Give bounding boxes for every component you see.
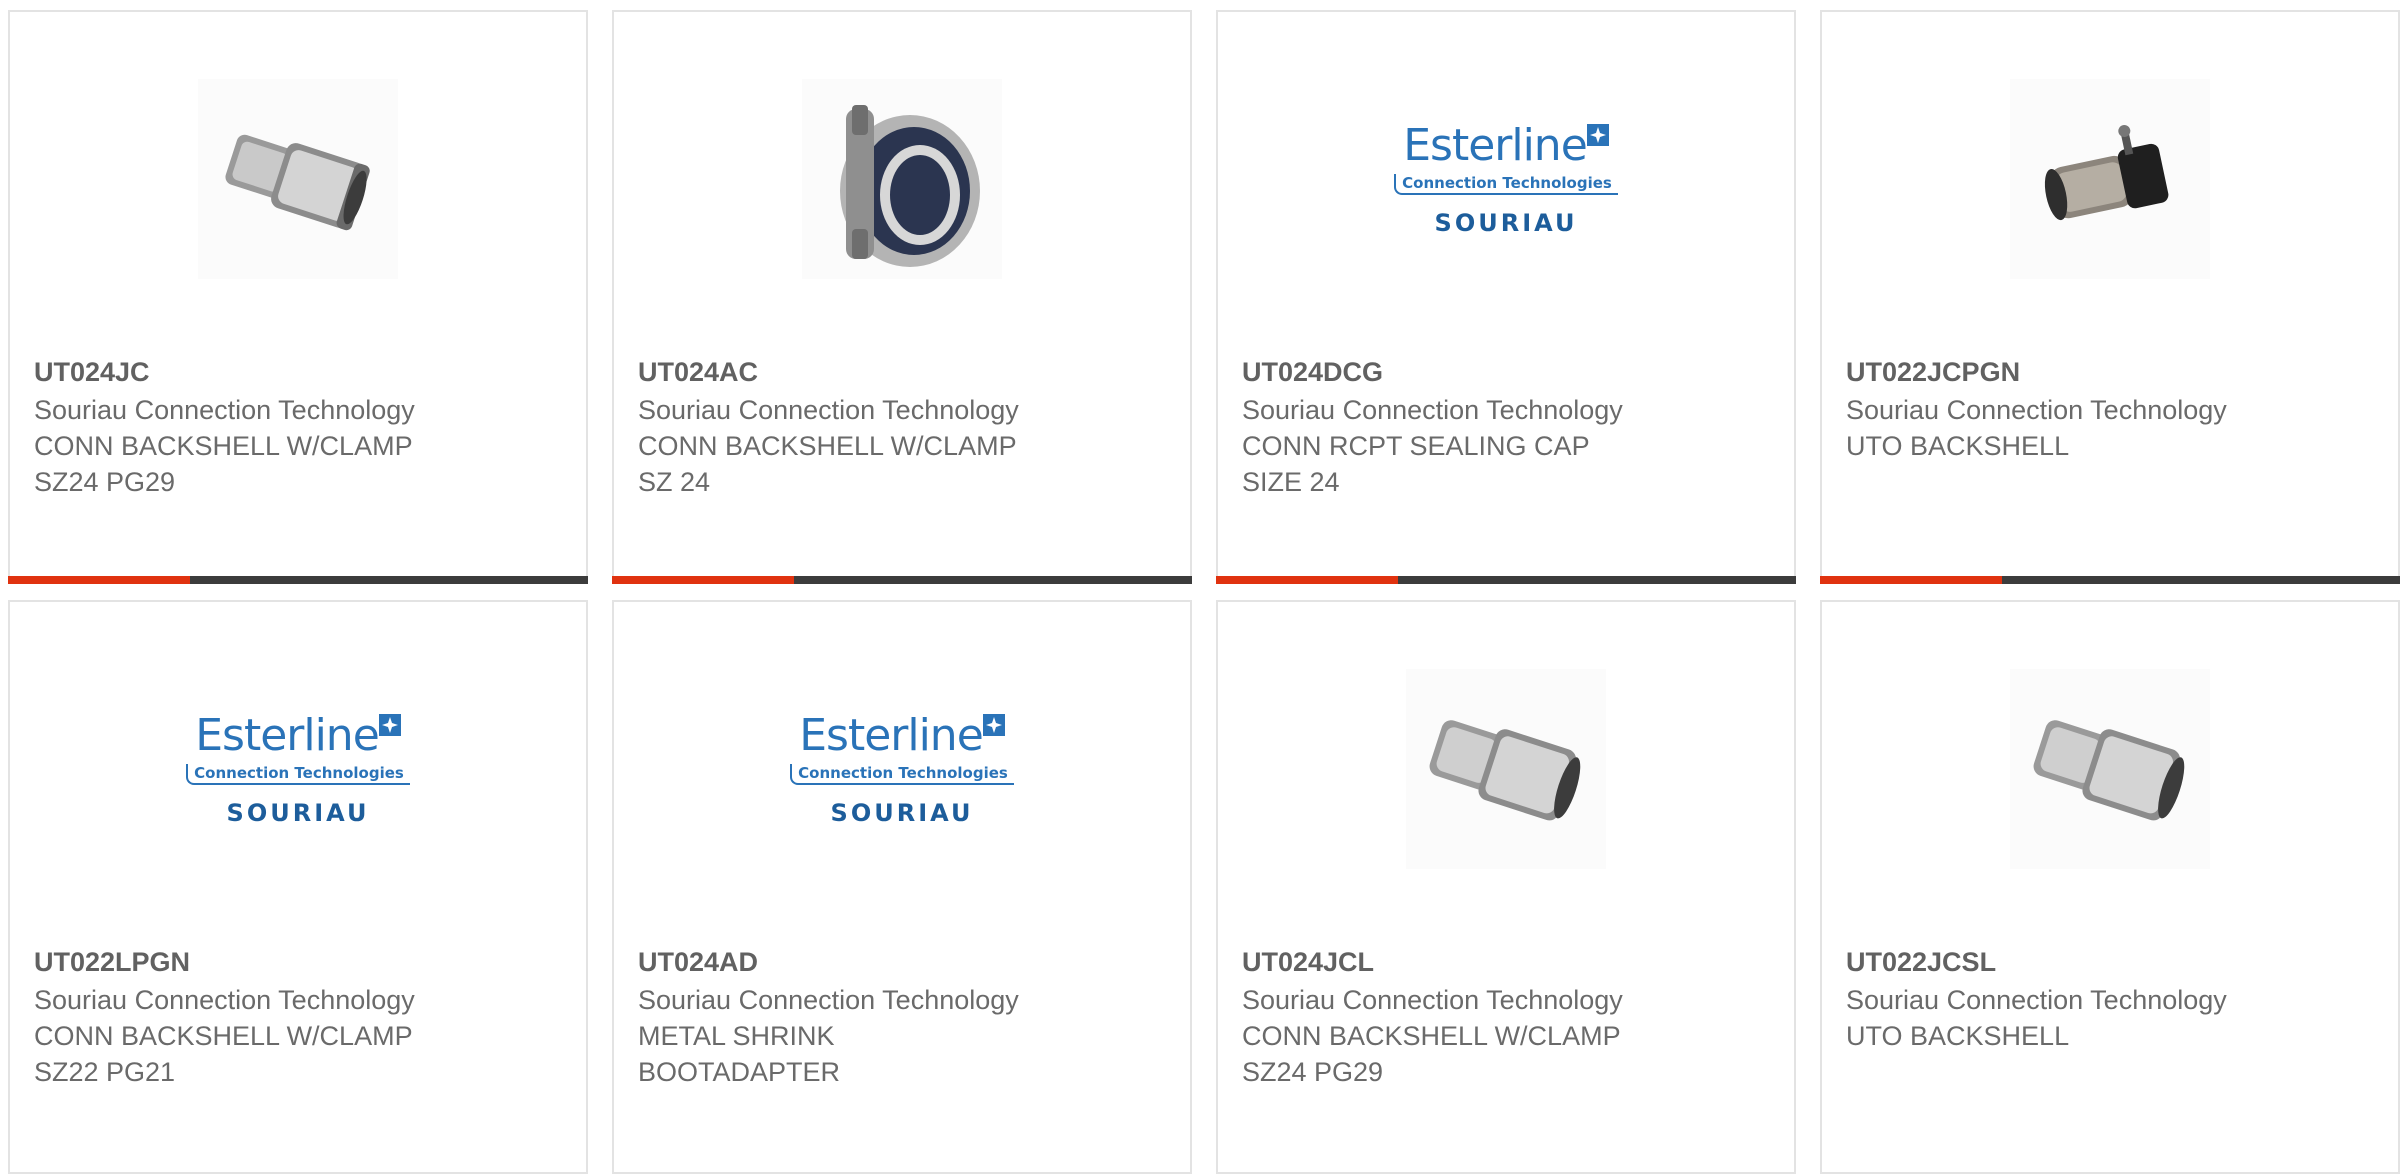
logo-name: SOURIAU bbox=[1434, 208, 1578, 237]
product-image[interactable] bbox=[614, 74, 1190, 284]
description-line-2: SIZE 24 bbox=[1242, 467, 1340, 497]
description-line-1: CONN RCPT SEALING CAP bbox=[1242, 431, 1590, 461]
card-accent-bar bbox=[1820, 576, 2002, 584]
logo-name: SOURIAU bbox=[226, 798, 370, 827]
product-image[interactable]: Esterline Connection Technologies SOURIA… bbox=[1218, 74, 1794, 284]
product-meta: UT022LPGN Souriau Connection Technology … bbox=[34, 942, 562, 1090]
description-line-1: CONN BACKSHELL W/CLAMP bbox=[34, 1021, 413, 1051]
part-number-link[interactable]: UT022LPGN bbox=[34, 942, 562, 982]
description-line-2: SZ24 PG29 bbox=[34, 467, 176, 497]
product-meta: UT024JCL Souriau Connection Technology C… bbox=[1242, 942, 1770, 1090]
esterline-souriau-logo: Esterline Connection Technologies SOURIA… bbox=[790, 711, 1014, 827]
part-number-link[interactable]: UT022JCSL bbox=[1846, 942, 2374, 982]
part-number-link[interactable]: UT024AC bbox=[638, 352, 1166, 392]
description-line-2: SZ22 PG21 bbox=[34, 1057, 176, 1087]
logo-mark-icon bbox=[982, 713, 1005, 736]
product-card[interactable]: UT024JCL Souriau Connection Technology C… bbox=[1216, 600, 1796, 1174]
product-meta: UT024DCG Souriau Connection Technology C… bbox=[1242, 352, 1770, 500]
description-line-1: CONN BACKSHELL W/CLAMP bbox=[638, 431, 1017, 461]
product-meta: UT024AC Souriau Connection Technology CO… bbox=[638, 352, 1166, 500]
description-line-1: CONN BACKSHELL W/CLAMP bbox=[1242, 1021, 1621, 1051]
card-accent-bar bbox=[612, 576, 794, 584]
description-line-1: CONN BACKSHELL W/CLAMP bbox=[34, 431, 413, 461]
description-line-2: SZ 24 bbox=[638, 467, 711, 497]
product-card[interactable]: UT024JC Souriau Connection Technology CO… bbox=[8, 10, 588, 584]
manufacturer: Souriau Connection Technology bbox=[1242, 395, 1623, 425]
part-number-link[interactable]: UT024AD bbox=[638, 942, 1166, 982]
product-meta: UT024JC Souriau Connection Technology CO… bbox=[34, 352, 562, 500]
product-image[interactable] bbox=[10, 74, 586, 284]
product-image[interactable] bbox=[1822, 74, 2398, 284]
part-number-link[interactable]: UT024JCL bbox=[1242, 942, 1770, 982]
card-bottom-bar bbox=[1820, 576, 2400, 584]
logo-subtitle: Connection Technologies bbox=[186, 763, 410, 785]
logo-subtitle: Connection Technologies bbox=[1394, 173, 1618, 195]
description-line-2: BOOTADAPTER bbox=[638, 1057, 841, 1087]
product-image[interactable] bbox=[1822, 664, 2398, 874]
manufacturer: Souriau Connection Technology bbox=[1242, 985, 1623, 1015]
product-card[interactable]: UT024AC Souriau Connection Technology CO… bbox=[612, 10, 1192, 584]
esterline-souriau-logo: Esterline Connection Technologies SOURIA… bbox=[1394, 121, 1618, 237]
backshell-black-photo-icon bbox=[2010, 79, 2210, 279]
manufacturer: Souriau Connection Technology bbox=[1846, 985, 2227, 1015]
logo-mark-icon bbox=[1586, 123, 1609, 146]
esterline-souriau-logo: Esterline Connection Technologies SOURIA… bbox=[186, 711, 410, 827]
product-card[interactable]: Esterline Connection Technologies SOURIA… bbox=[8, 600, 588, 1174]
card-bottom-bar bbox=[8, 576, 588, 584]
product-grid: UT024JC Souriau Connection Technology CO… bbox=[8, 10, 2400, 1174]
description-line-1: UTO BACKSHELL bbox=[1846, 1021, 2070, 1051]
backshell-photo-icon bbox=[1406, 669, 1606, 869]
product-image[interactable] bbox=[1218, 664, 1794, 874]
product-meta: UT022JCSL Souriau Connection Technology … bbox=[1846, 942, 2374, 1054]
backshell-photo-icon bbox=[2010, 669, 2210, 869]
product-image[interactable]: Esterline Connection Technologies SOURIA… bbox=[10, 664, 586, 874]
part-number-link[interactable]: UT024JC bbox=[34, 352, 562, 392]
card-bottom-bar bbox=[1216, 576, 1796, 584]
product-card[interactable]: Esterline Connection Technologies SOURIA… bbox=[1216, 10, 1796, 584]
product-image[interactable]: Esterline Connection Technologies SOURIA… bbox=[614, 664, 1190, 874]
manufacturer: Souriau Connection Technology bbox=[638, 985, 1019, 1015]
manufacturer: Souriau Connection Technology bbox=[1846, 395, 2227, 425]
manufacturer: Souriau Connection Technology bbox=[34, 395, 415, 425]
product-card[interactable]: Esterline Connection Technologies SOURIA… bbox=[612, 600, 1192, 1174]
backshell-photo-icon bbox=[198, 79, 398, 279]
clamp-photo-icon bbox=[802, 79, 1002, 279]
card-accent-bar bbox=[1216, 576, 1398, 584]
logo-mark-icon bbox=[378, 713, 401, 736]
logo-brand: Esterline bbox=[195, 711, 401, 760]
description-line-1: METAL SHRINK bbox=[638, 1021, 835, 1051]
product-meta: UT024AD Souriau Connection Technology ME… bbox=[638, 942, 1166, 1090]
logo-brand: Esterline bbox=[799, 711, 1005, 760]
description-line-2: SZ24 PG29 bbox=[1242, 1057, 1384, 1087]
product-meta: UT022JCPGN Souriau Connection Technology… bbox=[1846, 352, 2374, 464]
description-line-1: UTO BACKSHELL bbox=[1846, 431, 2070, 461]
manufacturer: Souriau Connection Technology bbox=[638, 395, 1019, 425]
card-bottom-bar bbox=[612, 576, 1192, 584]
product-card[interactable]: UT022JCPGN Souriau Connection Technology… bbox=[1820, 10, 2400, 584]
logo-name: SOURIAU bbox=[830, 798, 974, 827]
product-card[interactable]: UT022JCSL Souriau Connection Technology … bbox=[1820, 600, 2400, 1174]
part-number-link[interactable]: UT024DCG bbox=[1242, 352, 1770, 392]
part-number-link[interactable]: UT022JCPGN bbox=[1846, 352, 2374, 392]
logo-subtitle: Connection Technologies bbox=[790, 763, 1014, 785]
logo-brand: Esterline bbox=[1403, 121, 1609, 170]
manufacturer: Souriau Connection Technology bbox=[34, 985, 415, 1015]
card-accent-bar bbox=[8, 576, 190, 584]
